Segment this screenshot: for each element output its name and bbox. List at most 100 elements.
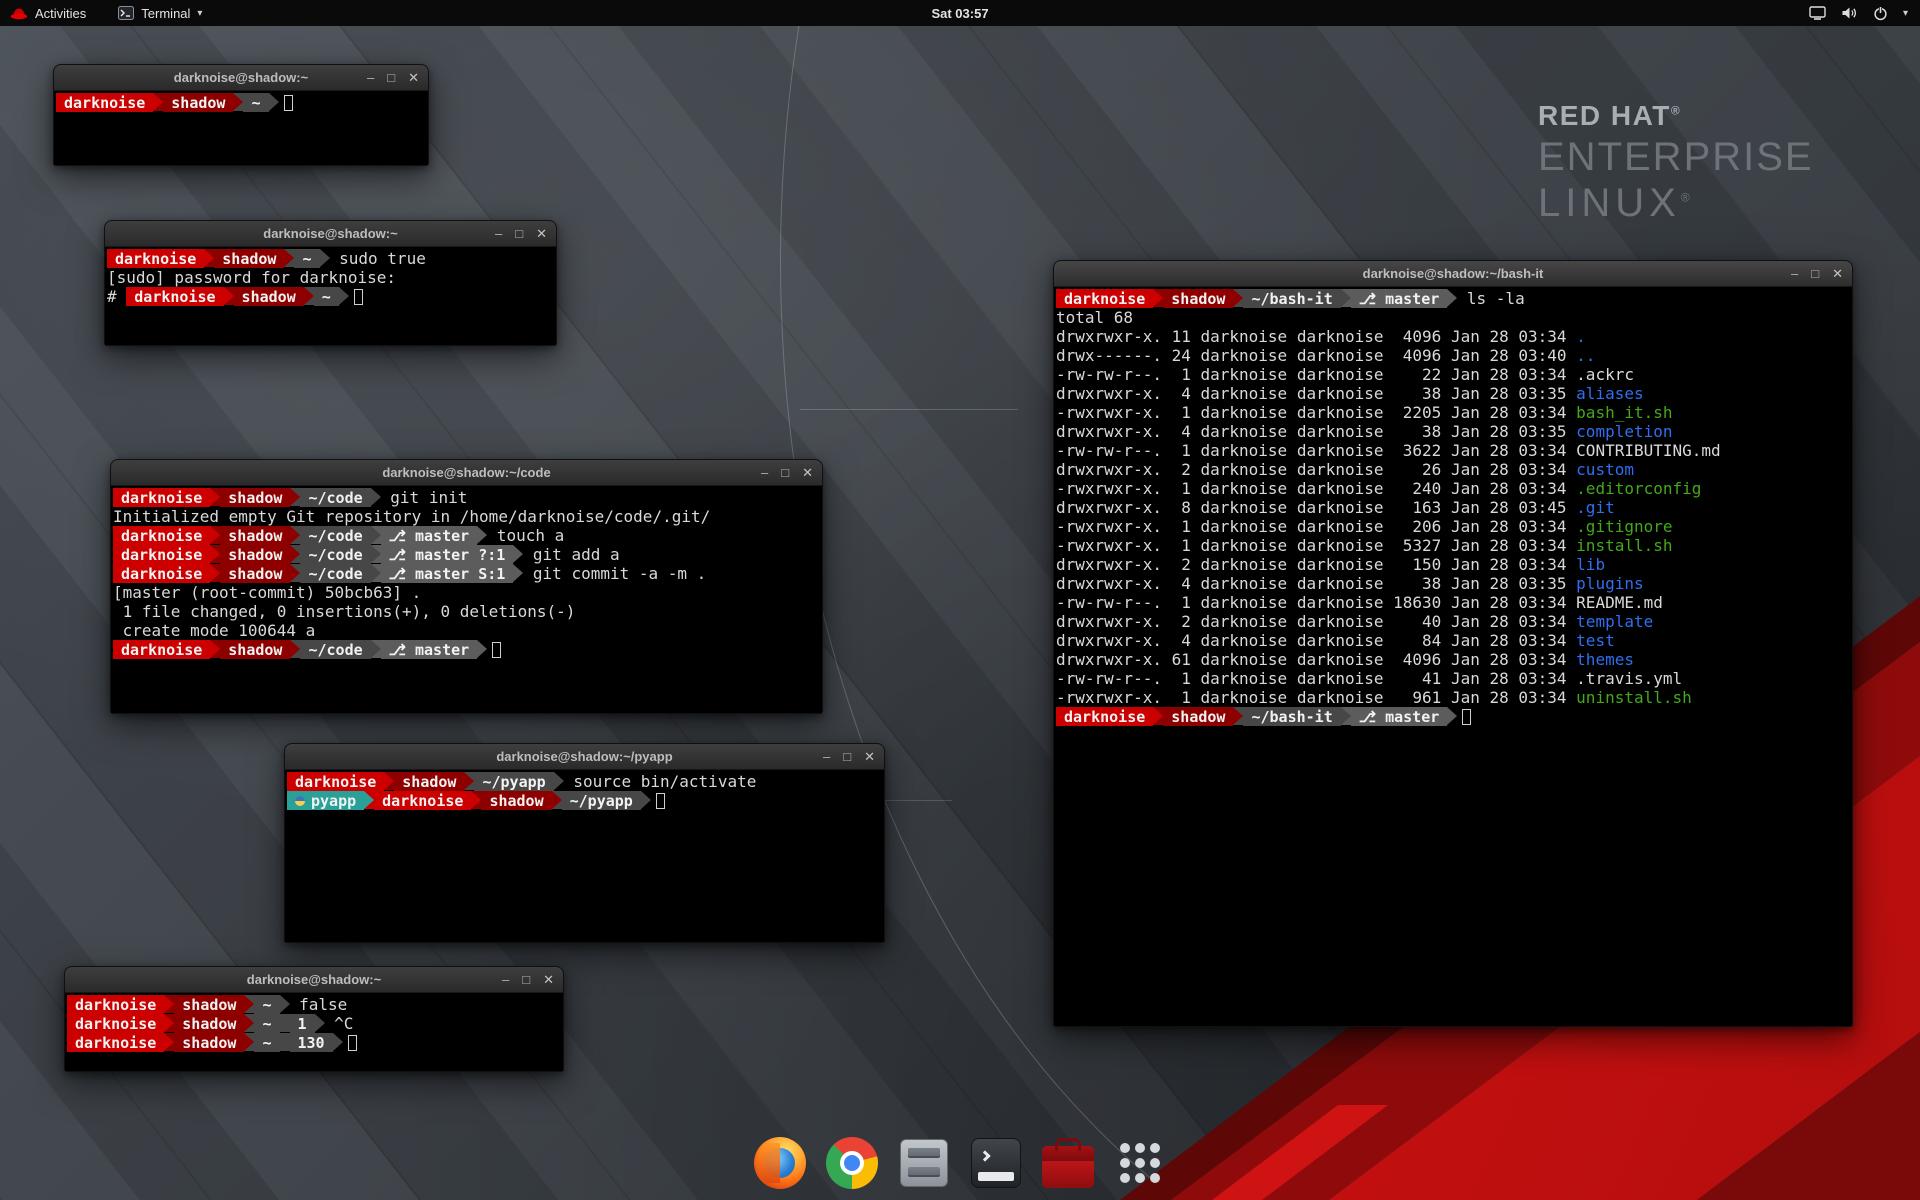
- prompt-user-segment: darknoise: [1056, 707, 1153, 726]
- terminal-window-home-sudo[interactable]: darknoise@shadow:~ – □ ✕ darknoiseshadow…: [104, 220, 557, 346]
- prompt-path-segment: ~: [254, 1014, 279, 1033]
- window-title: darknoise@shadow:~: [174, 70, 308, 85]
- maximize-button[interactable]: □: [522, 973, 530, 986]
- rhel-brand-redhat: RED HAT®: [1538, 100, 1814, 132]
- prompt-git-segment: ⎇ master S:1: [381, 564, 514, 583]
- powerline-separator-icon: [513, 564, 523, 582]
- terminal-line: drwxrwxr-x. 4 darknoise darknoise 38 Jan…: [1056, 384, 1852, 403]
- close-button[interactable]: ✕: [1832, 267, 1843, 280]
- minimize-button[interactable]: –: [823, 750, 830, 763]
- powerline-separator-icon: [164, 1033, 174, 1051]
- window-titlebar[interactable]: darknoise@shadow:~ – □ ✕: [105, 221, 556, 247]
- terminal-line: darknoiseshadow~/bash-it⎇ master ls -la: [1056, 289, 1852, 308]
- maximize-button[interactable]: □: [781, 466, 789, 479]
- maximize-button[interactable]: □: [387, 71, 395, 84]
- maximize-button[interactable]: □: [843, 750, 851, 763]
- minimize-button[interactable]: –: [495, 227, 502, 240]
- terminal-text: -rwxrwxr-x. 1 darknoise darknoise 206 Ja…: [1056, 517, 1576, 536]
- terminal-line: darknoiseshadow~/code⎇ master touch a: [113, 526, 822, 545]
- prompt-path-segment: ~/code: [300, 640, 370, 659]
- app-menu-terminal[interactable]: Terminal ▾: [118, 0, 202, 26]
- dock-item-software-toolbox[interactable]: [1039, 1134, 1097, 1192]
- powerline-separator-icon: [280, 1033, 290, 1051]
- powerline-separator-icon: [464, 772, 474, 790]
- minimize-button[interactable]: –: [367, 71, 374, 84]
- powerline-separator-icon: [320, 249, 330, 267]
- chevron-down-icon: ▾: [1903, 8, 1908, 19]
- maximize-button[interactable]: □: [515, 227, 523, 240]
- terminal-text: drwx------. 24 darknoise darknoise 4096 …: [1056, 346, 1576, 365]
- minimize-button[interactable]: –: [761, 466, 768, 479]
- window-titlebar[interactable]: darknoise@shadow:~ – □ ✕: [65, 967, 563, 993]
- app-menu-label: Terminal: [141, 6, 190, 21]
- dock-item-files[interactable]: [895, 1134, 953, 1192]
- window-titlebar[interactable]: darknoise@shadow:~/bash-it – □ ✕: [1054, 261, 1852, 287]
- prompt-venv-segment: pyapp: [287, 791, 364, 810]
- terminal-text: -rwxrwxr-x. 1 darknoise darknoise 2205 J…: [1056, 403, 1576, 422]
- powerline-separator-icon: [304, 287, 314, 305]
- terminal-content[interactable]: darknoiseshadow~/code git initInitialize…: [111, 486, 822, 713]
- terminal-text: -rw-rw-r--. 1 darknoise darknoise 41 Jan…: [1056, 669, 1682, 688]
- powerline-separator-icon: [315, 1014, 325, 1032]
- activities-button[interactable]: Activities: [0, 0, 96, 26]
- terminal-text: create mode 100644 a: [113, 621, 315, 640]
- powerline-separator-icon: [269, 93, 279, 111]
- prompt-git-segment: ⎇ master ?:1: [381, 545, 514, 564]
- prompt-path-segment: ~: [254, 995, 279, 1014]
- maximize-button[interactable]: □: [1811, 267, 1819, 280]
- prompt-host-segment: shadow: [220, 564, 290, 583]
- powerline-separator-icon: [290, 488, 300, 506]
- prompt-host-segment: shadow: [220, 545, 290, 564]
- filename-directory: .git: [1576, 498, 1615, 517]
- dock-item-app-grid[interactable]: [1111, 1134, 1169, 1192]
- minimize-button[interactable]: –: [502, 973, 509, 986]
- prompt-user-segment: darknoise: [113, 545, 210, 564]
- prompt-host-segment: shadow: [174, 995, 244, 1014]
- terminal-content[interactable]: darknoiseshadow~ falsedarknoiseshadow~1 …: [65, 993, 563, 1071]
- prompt-path-segment: ~/pyapp: [474, 772, 553, 791]
- terminal-window-home-1[interactable]: darknoise@shadow:~ – □ ✕ darknoiseshadow…: [53, 64, 429, 166]
- prompt-user-segment: darknoise: [113, 564, 210, 583]
- terminal-content[interactable]: darknoiseshadow~/pyapp source bin/activa…: [285, 770, 884, 942]
- terminal-text: drwxrwxr-x. 4 darknoise darknoise 38 Jan…: [1056, 422, 1576, 441]
- powerline-separator-icon: [244, 1033, 254, 1051]
- terminal-window-home-2[interactable]: darknoise@shadow:~ – □ ✕ darknoiseshadow…: [64, 966, 564, 1072]
- dock-item-chrome[interactable]: [823, 1134, 881, 1192]
- powerline-separator-icon: [384, 772, 394, 790]
- close-button[interactable]: ✕: [802, 466, 813, 479]
- window-titlebar[interactable]: darknoise@shadow:~ – □ ✕: [54, 65, 428, 91]
- window-titlebar[interactable]: darknoise@shadow:~/pyapp – □ ✕: [285, 744, 884, 770]
- prompt-path-segment: ~: [294, 249, 319, 268]
- terminal-content[interactable]: darknoiseshadow~/bash-it⎇ master ls -lat…: [1054, 287, 1852, 1026]
- wallpaper-line: [800, 409, 1018, 410]
- dock-item-firefox[interactable]: [751, 1134, 809, 1192]
- close-button[interactable]: ✕: [408, 71, 419, 84]
- filename-executable: uninstall.sh: [1576, 688, 1692, 707]
- terminal-line: darknoiseshadow~130: [67, 1033, 563, 1052]
- terminal-content[interactable]: darknoiseshadow~ sudo true[sudo] passwor…: [105, 247, 556, 345]
- terminal-window-bash-it[interactable]: darknoise@shadow:~/bash-it – □ ✕ darknoi…: [1053, 260, 1853, 1027]
- terminal-window-pyapp[interactable]: darknoise@shadow:~/pyapp – □ ✕ darknoise…: [284, 743, 885, 943]
- minimize-button[interactable]: –: [1791, 267, 1798, 280]
- terminal-line: # darknoiseshadow~: [107, 287, 556, 306]
- window-titlebar[interactable]: darknoise@shadow:~/code – □ ✕: [111, 460, 822, 486]
- terminal-line: -rw-rw-r--. 1 darknoise darknoise 18630 …: [1056, 593, 1852, 612]
- terminal-content[interactable]: darknoiseshadow~: [54, 91, 428, 165]
- prompt-git-segment: ⎇ master: [1351, 289, 1448, 308]
- terminal-window-code[interactable]: darknoise@shadow:~/code – □ ✕ darknoises…: [110, 459, 823, 714]
- close-button[interactable]: ✕: [543, 973, 554, 986]
- terminal-cursor: [492, 642, 501, 658]
- close-button[interactable]: ✕: [864, 750, 875, 763]
- prompt-path-segment: ~/code: [300, 564, 370, 583]
- close-button[interactable]: ✕: [536, 227, 547, 240]
- prompt-user-segment: darknoise: [113, 488, 210, 507]
- terminal-text: drwxrwxr-x. 4 darknoise darknoise 38 Jan…: [1056, 384, 1576, 403]
- prompt-host-segment: shadow: [163, 93, 233, 112]
- dock-item-terminal[interactable]: [967, 1134, 1025, 1192]
- terminal-line: darknoiseshadow~/code⎇ master ?:1 git ad…: [113, 545, 822, 564]
- terminal-text: -rwxrwxr-x. 1 darknoise darknoise 961 Ja…: [1056, 688, 1576, 707]
- clock[interactable]: Sat 03:57: [931, 6, 988, 21]
- terminal-line: -rw-rw-r--. 1 darknoise darknoise 3622 J…: [1056, 441, 1852, 460]
- system-status-area[interactable]: ▾: [1809, 0, 1920, 26]
- powerline-separator-icon: [371, 488, 381, 506]
